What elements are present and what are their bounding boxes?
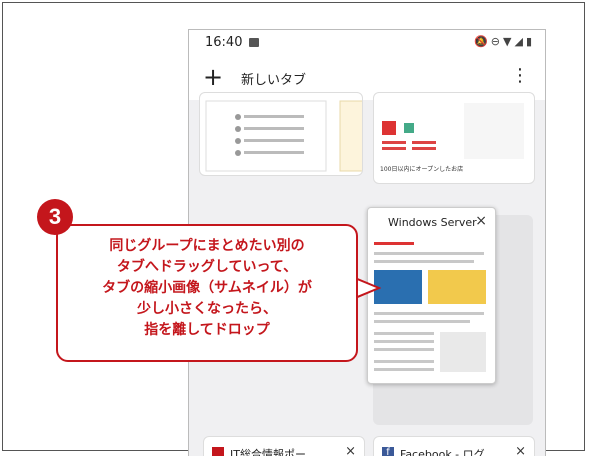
add-tab-icon[interactable]: + (203, 62, 223, 92)
dragged-tab-thumbnail[interactable]: Windows Server × (367, 207, 496, 384)
callout-line: 少し小さくなったら、 (137, 301, 277, 317)
dragged-tab-preview (368, 236, 495, 383)
tab-thumbnail-caption: 100日以内にオープンしたお店 (380, 166, 464, 173)
status-icons: 🔕⊖▼◢▮ (474, 35, 535, 48)
status-time: 16:40 (205, 35, 243, 50)
callout-line: 同じグループにまとめたい別の (109, 238, 305, 254)
dragged-tab-title: Windows Server (388, 216, 477, 229)
callout-pointer (355, 276, 381, 300)
tab-card-top-right[interactable]: 100日以内にオープンしたお店 (373, 92, 535, 184)
more-menu-icon[interactable]: ⋮ (511, 66, 529, 86)
tab-thumbnail (205, 100, 362, 172)
tab-thumbnail (382, 103, 524, 159)
step-number-badge: 3 (37, 199, 73, 235)
close-tab-icon[interactable]: × (345, 444, 356, 456)
callout-line: タブへドラッグしていって、 (116, 259, 298, 275)
callout-line: 指を離してドロップ (144, 322, 270, 338)
tab-card-bottom-right[interactable]: f Facebook - ログ × (373, 436, 535, 456)
callout-line: タブの縮小画像（サムネイル）が (102, 280, 312, 296)
signal-icon: ◢ (514, 35, 526, 48)
battery-icon: ▮ (525, 35, 535, 48)
new-tab-label[interactable]: 新しいタブ (241, 69, 306, 88)
callout-text: 同じグループにまとめたい別の タブへドラッグしていって、 タブの縮小画像（サムネ… (58, 236, 356, 341)
image-icon (249, 38, 259, 47)
tab-card-bottom-left[interactable]: IT総合情報ポー × (203, 436, 365, 456)
mute-icon: 🔕 (474, 35, 491, 48)
dragged-tab-close-icon[interactable]: × (475, 213, 487, 229)
instruction-callout: 同じグループにまとめたい別の タブへドラッグしていって、 タブの縮小画像（サムネ… (56, 224, 358, 362)
dnd-icon: ⊖ (490, 35, 503, 48)
tab-card-top-left[interactable] (199, 92, 363, 176)
close-tab-icon[interactable]: × (515, 444, 526, 456)
status-bar: 16:40 🔕⊖▼◢▮ (189, 30, 545, 56)
wifi-icon: ▼ (503, 35, 515, 48)
